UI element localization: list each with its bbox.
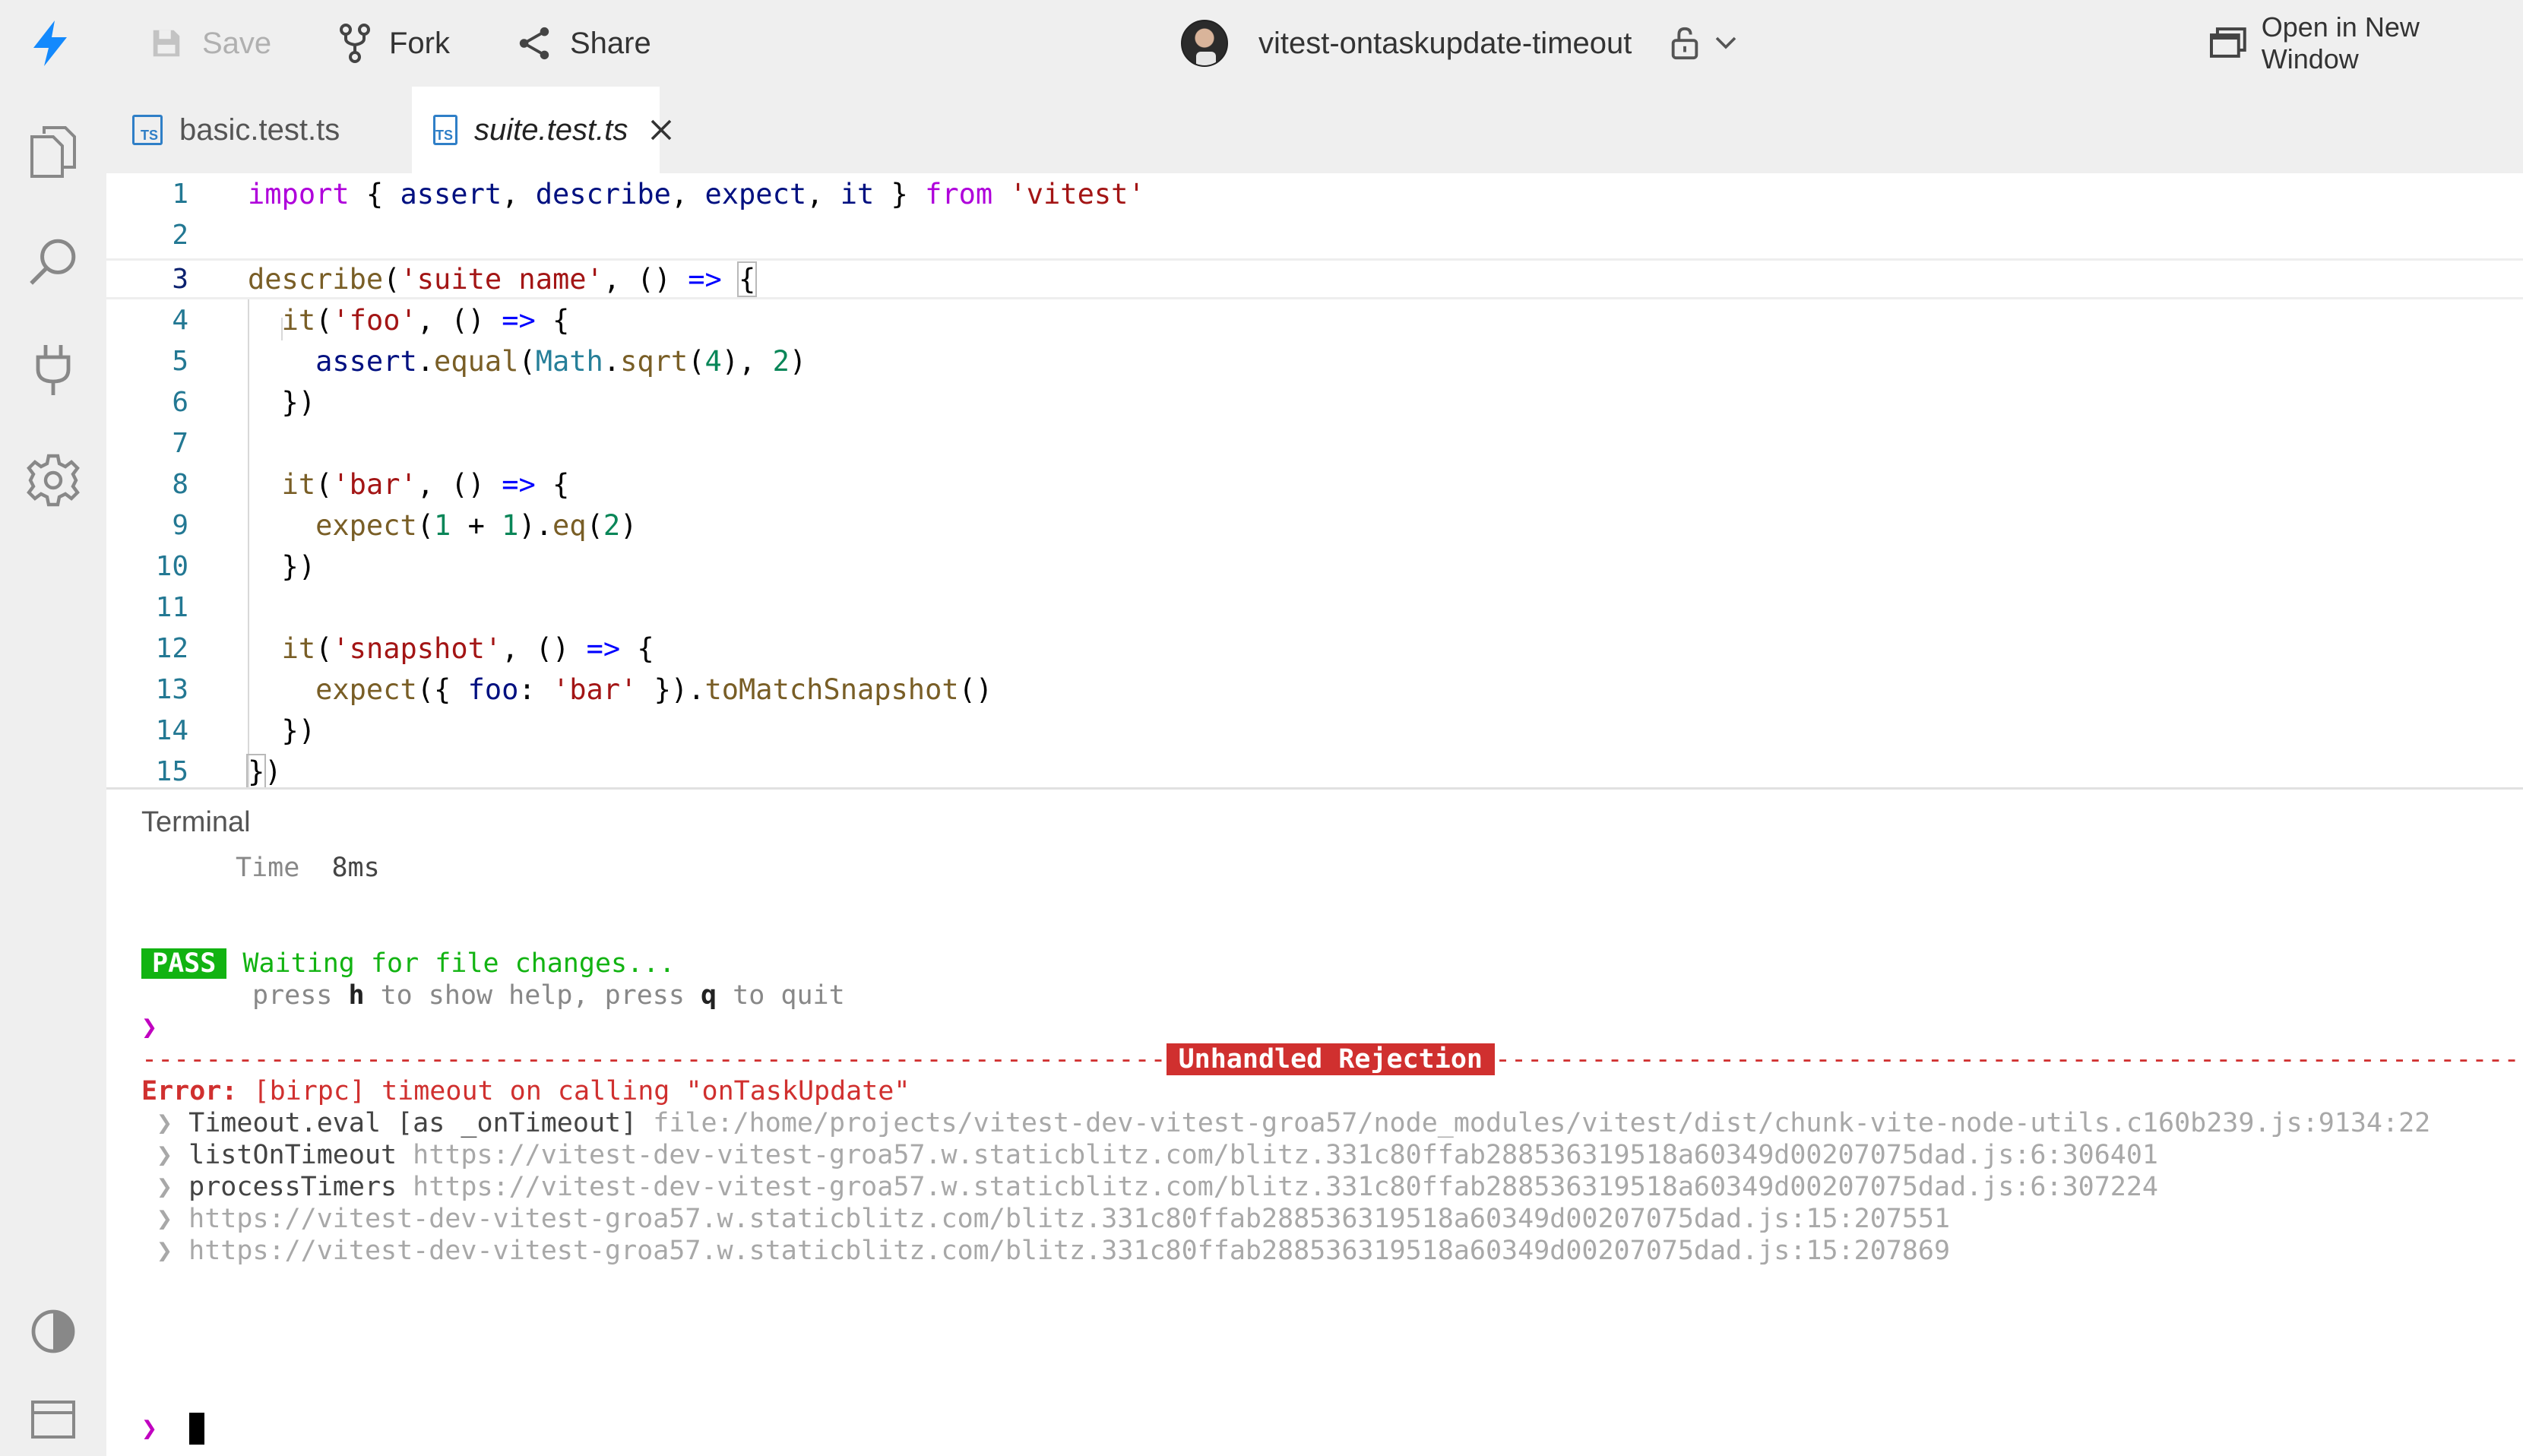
line-number: 13 [155,673,188,705]
code-line: 15 }) [106,751,282,792]
code-line: 7 [106,423,188,464]
line-number: 12 [155,632,188,664]
fork-label: Fork [389,26,450,60]
share-icon [519,27,549,60]
terminal-cursor [189,1413,205,1445]
code-line: 11 [106,587,188,628]
pass-badge: PASS [141,948,227,979]
gear-icon[interactable] [23,450,84,511]
code-line: 9 expect(1 + 1).eq(2) [106,505,637,546]
time-line: Time 8ms [236,853,380,883]
top-toolbar: Save Fork Share vitest-ontaskupdate-time… [0,0,2523,87]
rejection-badge: Unhandled Rejection [1166,1043,1495,1075]
line-number: 9 [172,509,188,541]
code-editor[interactable]: 1 import { assert, describe, expect, it … [106,173,2523,915]
save-icon [153,30,180,57]
panel-icon[interactable] [23,1389,84,1450]
line-number: 5 [172,345,188,377]
line-number: 10 [155,550,188,582]
code-line: 2 [106,214,188,255]
line-number: 8 [172,468,188,500]
stack-frame: ❯ processTimers https://vitest-dev-vites… [157,1172,2158,1202]
code-line: 13 expect({ foo: 'bar' }).toMatchSnapsho… [106,669,993,710]
contrast-icon[interactable] [23,1301,84,1362]
code-line: 12 it('snapshot', () => { [106,628,654,669]
save-button[interactable]: Save [149,0,271,87]
bolt-icon[interactable] [29,0,71,87]
stack-frame: ❯ https://vitest-dev-vitest-groa57.w.sta… [157,1236,1951,1266]
avatar[interactable] [1181,20,1228,67]
pass-line: PASS Waiting for file changes... [141,948,675,980]
error-line: Error: [birpc] timeout on calling "onTas… [141,1076,910,1106]
share-button[interactable]: Share [517,0,651,87]
fork-icon [340,24,370,63]
code-line: 14 }) [106,710,315,751]
line-number: 6 [172,386,188,418]
plug-icon[interactable] [23,339,84,400]
line-number: 15 [155,755,188,787]
line-number: 4 [172,304,188,336]
tab-suite-test[interactable]: TS suite.test.ts [412,87,672,173]
input-prompt-line[interactable]: ❯ [141,1413,205,1445]
line-number: 7 [172,427,188,459]
code-line: 8 it('bar', () => { [106,464,569,505]
project-name: vitest-ontaskupdate-timeout [1258,26,1632,60]
line-number: 14 [155,714,188,746]
open-new-window-button[interactable]: Open in New Window [2210,0,2523,87]
window-icon [2210,27,2246,58]
lock-icon [1672,27,1698,60]
code-line: 1 import { assert, describe, expect, it … [106,173,1144,214]
line-number: 11 [155,591,188,623]
prompt-line: ❯ [141,1012,158,1043]
close-icon[interactable] [651,116,672,144]
code-line: 10 }) [106,546,315,587]
stack-frame: ❯ listOnTimeout https://vitest-dev-vites… [157,1140,2158,1170]
files-icon[interactable] [23,122,84,182]
tab-basic-test[interactable]: TS basic.test.ts [132,87,436,173]
code-line: 4 it('foo', () => { [106,299,569,340]
terminal-panel[interactable]: Terminal Time 8ms PASS Waiting for file … [106,790,2523,1456]
chevron-down-icon[interactable] [1715,36,1736,50]
activity-bar [0,87,106,1456]
stack-frame: ❯ https://vitest-dev-vitest-groa57.w.sta… [157,1204,1951,1234]
tab-label: suite.test.ts [474,112,628,147]
line-number: 1 [172,178,188,210]
typescript-file-icon: TS [433,115,458,145]
open-window-label: Open in New Window [2261,11,2420,74]
help-line: press h to show help, press q to quit [252,980,845,1011]
share-label: Share [570,26,651,60]
editor-tabs: TS basic.test.ts TS suite.test.ts [106,87,2523,173]
terminal-title: Terminal [141,806,251,838]
code-line: 5 assert.equal(Math.sqrt(4), 2) [106,340,806,381]
code-line: 6 }) [106,381,315,423]
code-line: 3 describe('suite name', () => { [106,258,758,299]
search-icon[interactable] [23,231,84,292]
rejection-header: ----------------------------------------… [141,1043,2523,1075]
line-number: 3 [172,263,188,295]
project-title[interactable]: vitest-ontaskupdate-timeout [1181,0,1736,87]
typescript-file-icon: TS [132,115,163,145]
save-label: Save [202,26,272,60]
tab-label: basic.test.ts [179,112,340,147]
line-number: 2 [172,219,188,251]
stack-frame: ❯ Timeout.eval [as _onTimeout] file:/hom… [157,1108,2431,1138]
fork-button[interactable]: Fork [339,0,450,87]
